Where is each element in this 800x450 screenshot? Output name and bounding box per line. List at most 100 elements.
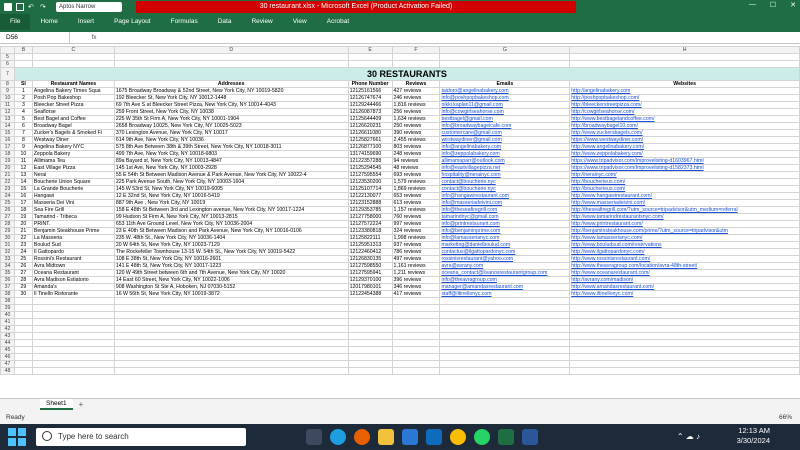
cell-email[interactable]: contactus@ilgattopardonyc.com [439, 248, 571, 256]
cell-address[interactable]: 145 W 53rd St, New York City, NY 10019-6… [113, 185, 349, 193]
cell-address[interactable]: 370 Lexington Avenue, New York City, NY … [113, 129, 349, 137]
cell-website[interactable]: http://bleeckerstreetpizza.com/ [569, 101, 800, 109]
sheet-title[interactable]: 30 RESTAURANTS [13, 67, 800, 81]
empty-cell[interactable] [569, 318, 800, 326]
cell-name[interactable]: Angelina Bakery NYC [31, 143, 115, 151]
cell-sl[interactable]: 11 [13, 157, 33, 165]
word-taskbar-icon[interactable] [522, 429, 538, 445]
empty-cell[interactable] [31, 60, 115, 68]
cell-name[interactable]: Masseria Dei Vini [31, 199, 115, 207]
cell-address[interactable]: 120 W 49th Street between 6th and 7th Av… [113, 269, 349, 277]
cell-reviews[interactable]: 653 reviews [391, 192, 441, 200]
cell-sl[interactable]: 18 [13, 206, 33, 214]
cell-website[interactable]: http://www.angelinabakery.com/ [569, 143, 800, 151]
row-header[interactable]: 39 [0, 304, 15, 312]
cell-website[interactable]: http://www.masseriadeivini.com/ [569, 199, 800, 207]
cell-reviews[interactable]: 1,157 reviews [391, 206, 441, 214]
empty-cell[interactable] [31, 311, 115, 319]
empty-cell[interactable] [391, 304, 441, 312]
empty-cell[interactable] [13, 339, 33, 347]
cell-website[interactable]: http://avrany.com/madison/ [569, 276, 800, 284]
excel-taskbar-icon[interactable] [498, 429, 514, 445]
empty-cell[interactable] [13, 60, 33, 68]
empty-cell[interactable] [31, 367, 115, 375]
cell-website[interactable]: http://www.zuckersbagels.com/ [569, 129, 800, 137]
cell-website[interactable]: http://www.oceanarestaurant.com/ [569, 269, 800, 277]
cell-reviews[interactable]: 396 reviews [391, 276, 441, 284]
cell-email[interactable]: info@hangawirestaurant.com [439, 192, 571, 200]
cell-reviews[interactable]: 94 reviews [391, 157, 441, 165]
cell-email[interactable]: info@benjaminprime.com [439, 227, 571, 235]
empty-cell[interactable] [113, 60, 349, 68]
cell-reviews[interactable]: 250 reviews [391, 122, 441, 130]
cell-phone[interactable]: 12125827661 [347, 136, 393, 144]
empty-cell[interactable] [347, 339, 393, 347]
cell-phone[interactable]: 12126747674 [347, 94, 393, 102]
row-header[interactable]: 44 [0, 339, 15, 347]
cell-address[interactable]: 499 7th Ave, New York City, NY 10018-680… [113, 150, 349, 158]
empty-cell[interactable] [13, 304, 33, 312]
cell-reviews[interactable]: 497 reviews [391, 255, 441, 263]
tab-data[interactable]: Data [208, 14, 242, 30]
empty-cell[interactable] [347, 304, 393, 312]
cell-address[interactable]: 99 Hudson St Firm A, New York City, NY 1… [113, 213, 349, 221]
cell-website[interactable]: http://poshpopbakeshop.com/ [569, 94, 800, 102]
cell-address[interactable]: 2658 Broadway 10025, New York City, NY 1… [113, 122, 349, 130]
cell-phone[interactable]: 12125294545 [347, 164, 393, 172]
empty-cell[interactable] [439, 304, 571, 312]
column-header-h[interactable]: H [569, 46, 800, 54]
cell-name[interactable]: Zeppola Bakery [31, 150, 115, 158]
cell-phone[interactable]: 12129370100 [347, 276, 393, 284]
cell-reviews[interactable]: 613 reviews [391, 199, 441, 207]
empty-cell[interactable] [569, 304, 800, 312]
empty-cell[interactable] [31, 332, 115, 340]
empty-cell[interactable] [31, 325, 115, 333]
cell-sl[interactable]: 6 [13, 122, 33, 130]
empty-cell[interactable] [569, 53, 800, 61]
empty-cell[interactable] [13, 360, 33, 368]
cell-sl[interactable]: 7 [13, 129, 33, 137]
cell-sl[interactable]: 27 [13, 269, 33, 277]
cell-website[interactable]: http://www.zeppolabakery.com/ [569, 150, 800, 158]
row-header[interactable]: 33 [0, 255, 15, 263]
empty-cell[interactable] [439, 339, 571, 347]
cell-sl[interactable]: 22 [13, 234, 33, 242]
cell-name[interactable]: Best Bagel and Coffee [31, 115, 115, 123]
tab-view[interactable]: View [283, 14, 317, 30]
cell-email[interactable]: info@theseafiregrill.com [439, 206, 571, 214]
cell-reviews[interactable]: 248 reviews [391, 150, 441, 158]
cell-email[interactable]: manager@amandasrestaurant.com [439, 283, 571, 291]
empty-cell[interactable] [569, 353, 800, 361]
empty-cell[interactable] [13, 367, 33, 375]
row-header[interactable]: 38 [0, 297, 15, 305]
empty-cell[interactable] [113, 346, 349, 354]
empty-cell[interactable] [347, 60, 393, 68]
column-title-addresses[interactable]: Addresses [113, 80, 349, 88]
empty-cell[interactable] [391, 346, 441, 354]
cell-name[interactable]: Posh Pop Bakeshop [31, 94, 115, 102]
empty-cell[interactable] [113, 367, 349, 375]
row-header[interactable]: 14 [0, 122, 15, 130]
cell-reviews[interactable]: 803 reviews [391, 143, 441, 151]
cell-email[interactable]: info@poshpopbakeshop.com [439, 94, 571, 102]
cell-reviews[interactable]: 1,634 reviews [391, 115, 441, 123]
cell-reviews[interactable]: 693 reviews [391, 171, 441, 179]
empty-cell[interactable] [569, 311, 800, 319]
cell-reviews[interactable]: 390 reviews [391, 129, 441, 137]
cell-reviews[interactable]: 1,998 reviews [391, 234, 441, 242]
cell-address[interactable]: The Rockefeller Townhouse 13-15 W. 54th … [113, 248, 349, 256]
cell-email[interactable]: nikki.kaplan11@gmail.com [439, 101, 571, 109]
row-header[interactable]: 43 [0, 332, 15, 340]
cell-email[interactable]: westwaydiner@gmail.com [439, 136, 571, 144]
row-header[interactable]: 46 [0, 353, 15, 361]
cell-address[interactable]: 653 11th Ave Ground Level, New York City… [113, 220, 349, 228]
cell-phone[interactable]: 12129244466 [347, 101, 393, 109]
cell-address[interactable]: 89a Bayard st, New York City, NY 10013-4… [113, 157, 349, 165]
taskbar-search-box[interactable]: Type here to search [36, 428, 246, 446]
cell-sl[interactable]: 26 [13, 262, 33, 270]
cell-address[interactable]: 908 Washington St Ste A, Hoboken, NJ 070… [113, 283, 349, 291]
cell-phone[interactable]: 12122130077 [347, 192, 393, 200]
cell-phone[interactable]: 12127595554 [347, 171, 393, 179]
zoom-level[interactable]: 66% [779, 414, 792, 421]
cell-reviews[interactable]: 937 reviews [391, 241, 441, 249]
